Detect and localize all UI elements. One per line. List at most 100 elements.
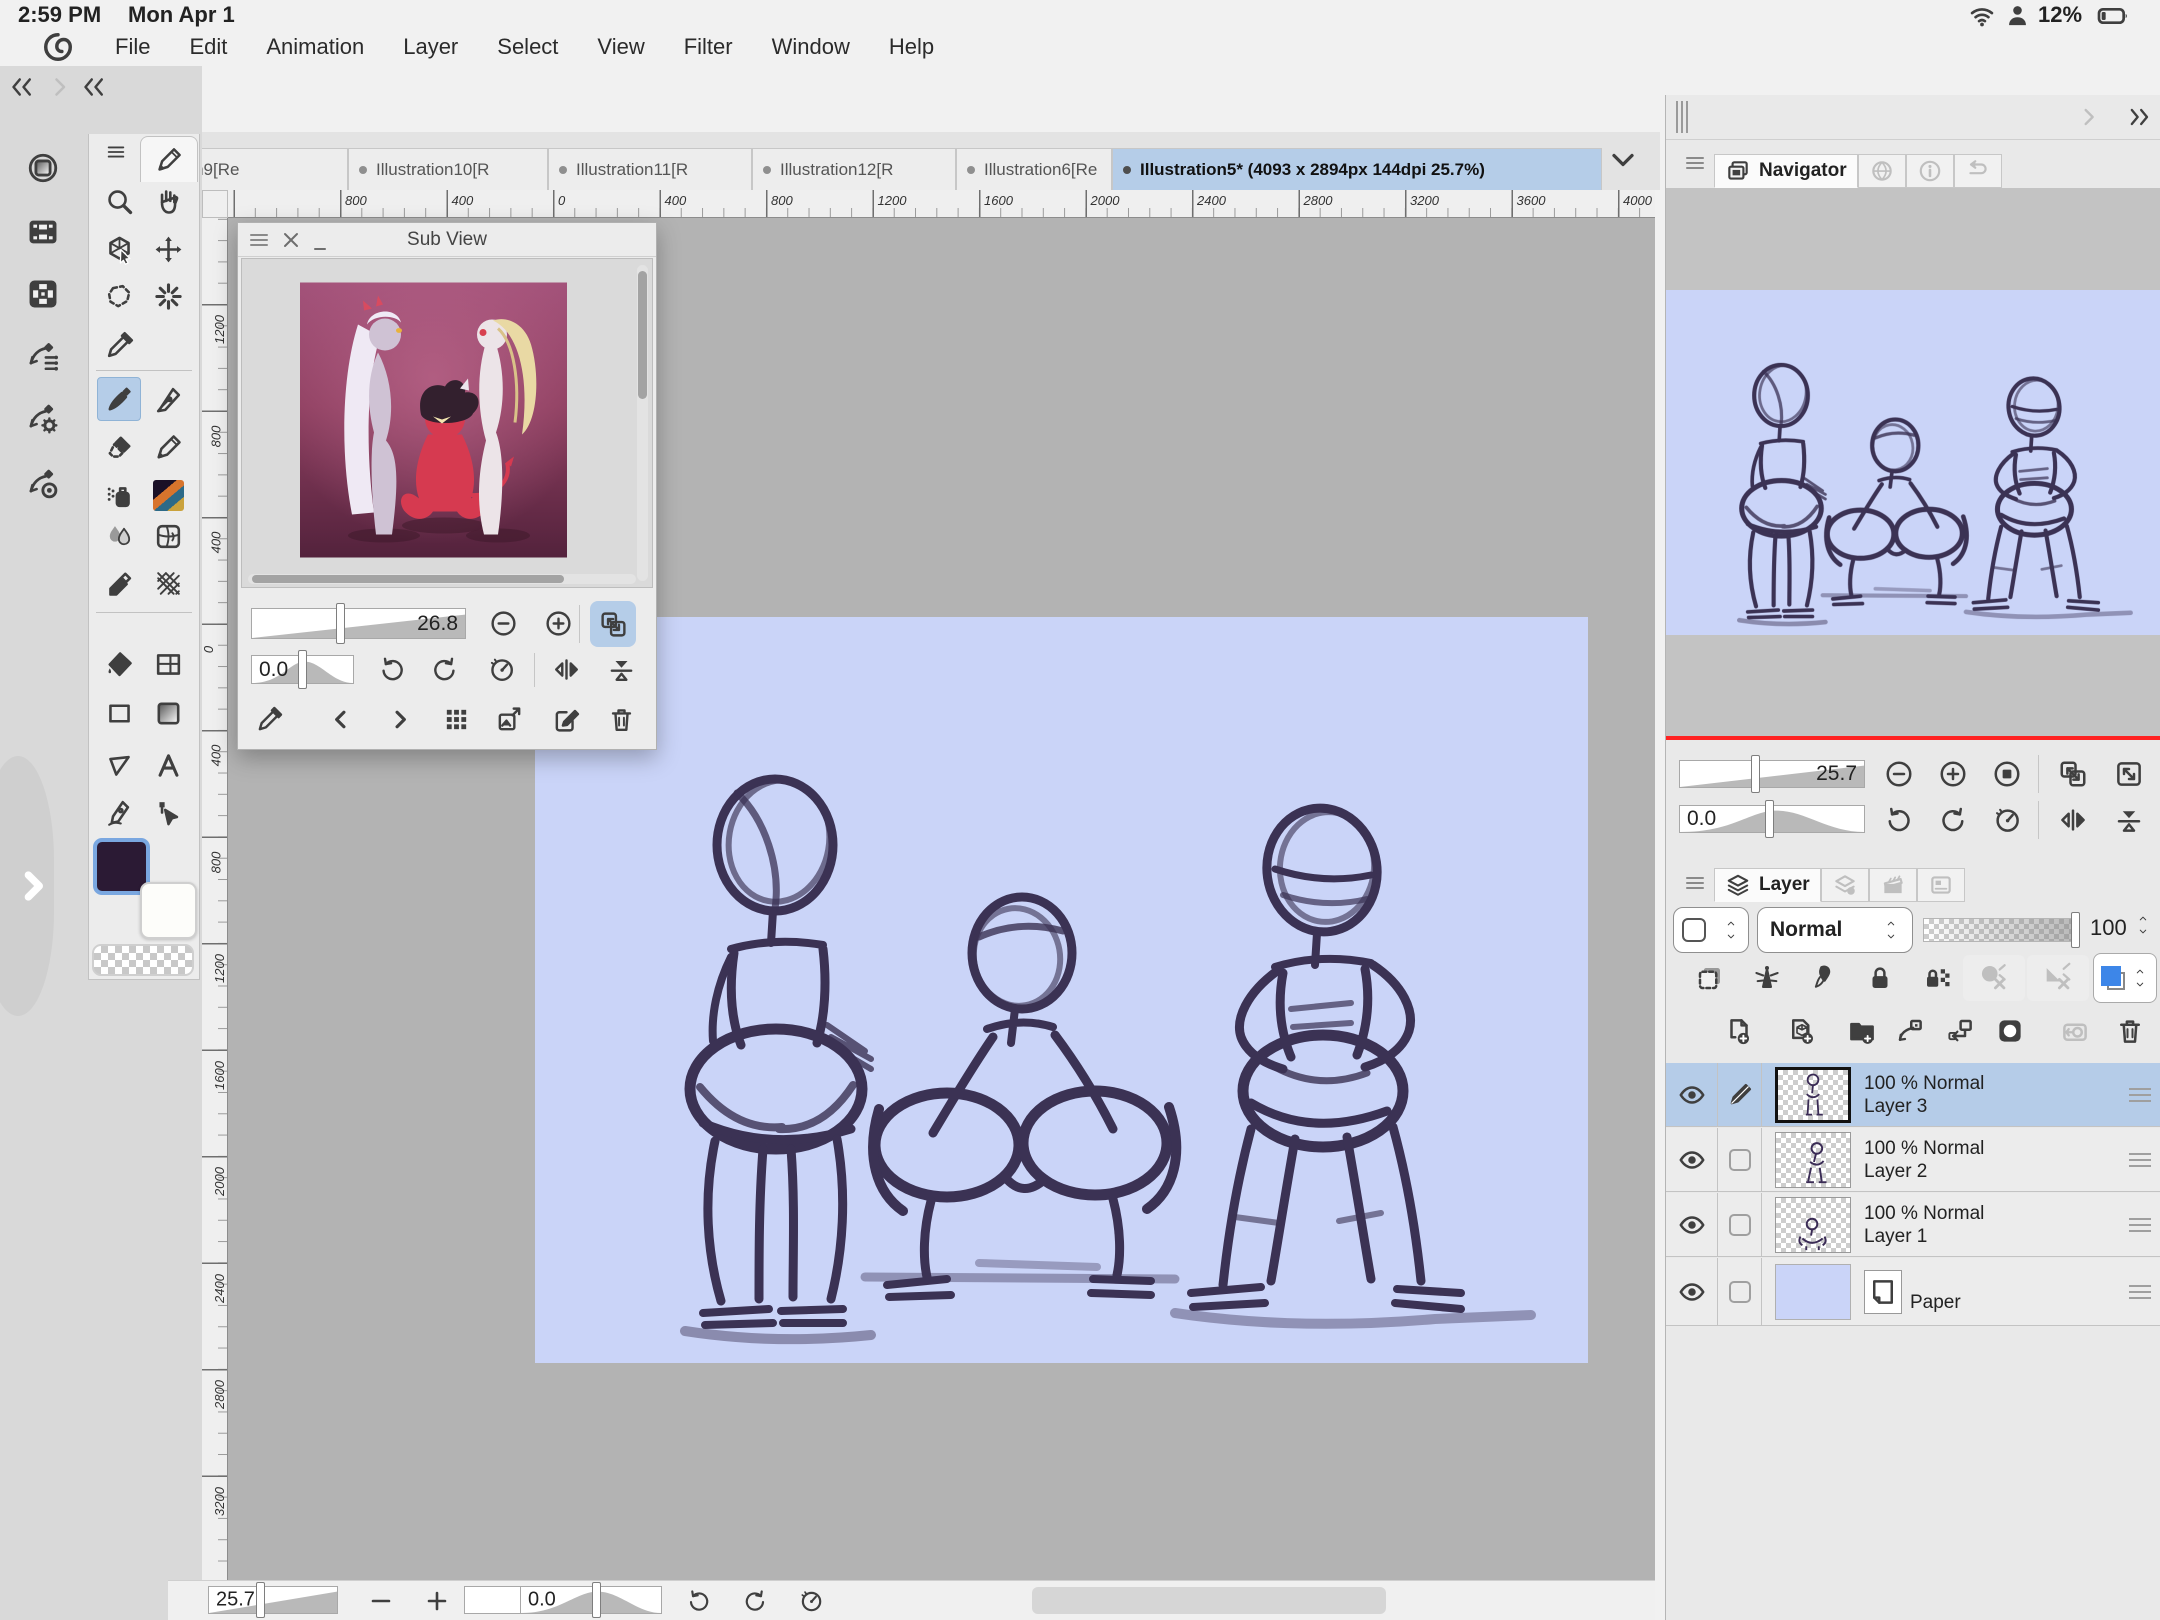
lock-transparent-pixels-button[interactable] bbox=[1916, 957, 1958, 999]
tool-pencil[interactable] bbox=[146, 425, 190, 469]
clip-studio-logo-icon[interactable] bbox=[42, 31, 74, 63]
tool-figure[interactable] bbox=[97, 691, 141, 735]
sub-view-horizontal-scrollbar[interactable] bbox=[248, 574, 636, 584]
tool-text[interactable] bbox=[146, 743, 190, 787]
tool-gradient[interactable] bbox=[146, 691, 190, 735]
tool-fill[interactable] bbox=[97, 642, 141, 686]
sub-view-zoom-slider[interactable]: 26.8 bbox=[251, 608, 466, 639]
tool-airbrush[interactable] bbox=[97, 473, 141, 517]
opacity-slider[interactable] bbox=[1923, 918, 2075, 942]
navigator-zoom-in-button[interactable] bbox=[1932, 753, 1974, 795]
sub-view-fit-vertical-button[interactable] bbox=[601, 649, 641, 689]
menu-animation[interactable]: Animation bbox=[266, 34, 364, 60]
tool-move-layer[interactable] bbox=[146, 227, 190, 271]
navigator-reset-rotation-button[interactable] bbox=[1986, 799, 2028, 841]
navigator-flip-horizontal-button[interactable] bbox=[2052, 799, 2094, 841]
lock-layer-button[interactable] bbox=[1859, 957, 1901, 999]
material-panel-button[interactable] bbox=[23, 274, 63, 314]
apply-mask-button[interactable] bbox=[2054, 1010, 2096, 1052]
tool-decoration[interactable] bbox=[146, 473, 190, 517]
tab-information[interactable] bbox=[1906, 154, 1954, 188]
layer1-select-checkbox[interactable] bbox=[1718, 1193, 1762, 1256]
paper-drag-handle[interactable] bbox=[2129, 1285, 2151, 1299]
tab-history[interactable] bbox=[1954, 154, 2002, 188]
panel-next-icon[interactable] bbox=[2074, 103, 2102, 131]
enable-mask-button[interactable] bbox=[1963, 955, 2025, 1001]
tool-vector-pen[interactable] bbox=[97, 790, 141, 834]
tool-pen-nib[interactable] bbox=[146, 377, 190, 421]
navigator-rotate-ccw-button[interactable] bbox=[1878, 799, 1920, 841]
menu-select[interactable]: Select bbox=[497, 34, 558, 60]
bottom-zoom-out-button[interactable] bbox=[362, 1583, 400, 1619]
canvas[interactable] bbox=[535, 617, 1588, 1363]
tab-list-chevron-icon[interactable] bbox=[1605, 142, 1641, 178]
navigator-zoom-handle[interactable] bbox=[1751, 755, 1760, 793]
tool-auto-select[interactable] bbox=[146, 274, 190, 318]
navigator-fit-to-screen-button[interactable] bbox=[2052, 753, 2094, 795]
navigator-panel-menu[interactable] bbox=[1682, 151, 1710, 175]
sub-view-title-bar[interactable]: Sub View bbox=[238, 223, 656, 257]
secondary-color-swatch[interactable] bbox=[140, 882, 197, 939]
sub-view-zoom-in-button[interactable] bbox=[538, 603, 578, 643]
sub-view-reset-rotation-button[interactable] bbox=[481, 649, 521, 689]
navigator-actual-size-button[interactable] bbox=[1986, 753, 2028, 795]
tool-object-select[interactable] bbox=[146, 790, 190, 834]
sub-view-fit-to-screen-button[interactable] bbox=[590, 601, 636, 647]
sub-view-delete-image-button[interactable] bbox=[601, 699, 641, 739]
layer-color-button[interactable] bbox=[2093, 953, 2157, 1003]
new-raster-layer-button[interactable] bbox=[1718, 1010, 1760, 1052]
navigator-zoom-out-button[interactable] bbox=[1878, 753, 1920, 795]
bottom-zoom-in-button[interactable] bbox=[418, 1583, 456, 1619]
layer3-visibility-toggle[interactable] bbox=[1666, 1063, 1718, 1126]
menu-filter[interactable]: Filter bbox=[684, 34, 733, 60]
menu-view[interactable]: View bbox=[597, 34, 644, 60]
layer1-thumbnail[interactable] bbox=[1775, 1197, 1851, 1253]
timeline-panel-button[interactable] bbox=[23, 212, 63, 252]
layer2-thumbnail[interactable] bbox=[1775, 1132, 1851, 1188]
navigator-fit-width-button[interactable] bbox=[2108, 753, 2150, 795]
tool-correction[interactable] bbox=[97, 561, 141, 605]
navigator-rotate-cw-button[interactable] bbox=[1932, 799, 1974, 841]
tool-3d-operation[interactable] bbox=[97, 227, 141, 271]
bottom-reset-rotation-button[interactable] bbox=[792, 1583, 830, 1619]
tab-animation-cels[interactable] bbox=[1869, 868, 1917, 902]
edge-drawer-pull[interactable] bbox=[0, 756, 54, 1016]
tool-selection[interactable] bbox=[97, 274, 141, 318]
new-folder-button[interactable] bbox=[1841, 1010, 1883, 1052]
tab-illustration6[interactable]: Illustration6[Re bbox=[956, 148, 1112, 190]
tab-layer-template[interactable] bbox=[1917, 868, 1965, 902]
sub-view-rotate-cw-button[interactable] bbox=[424, 649, 464, 689]
show-ruler-range-button[interactable] bbox=[2027, 955, 2089, 1001]
layer3-thumbnail[interactable] bbox=[1775, 1067, 1851, 1123]
menu-edit[interactable]: Edit bbox=[189, 34, 227, 60]
layer3-drag-handle[interactable] bbox=[2129, 1088, 2151, 1102]
delete-layer-button[interactable] bbox=[2109, 1010, 2151, 1052]
menu-file[interactable]: File bbox=[115, 34, 150, 60]
menu-help[interactable]: Help bbox=[889, 34, 934, 60]
navigator-zoom-slider[interactable]: 25.7 bbox=[1679, 760, 1865, 788]
layer2-select-checkbox[interactable] bbox=[1718, 1128, 1762, 1191]
sub-view-edit-image-button[interactable] bbox=[546, 699, 586, 739]
panel-expand-icon[interactable] bbox=[2126, 103, 2154, 131]
tool-frame-border[interactable] bbox=[146, 642, 190, 686]
auto-action-panel-button[interactable] bbox=[23, 336, 63, 376]
reference-layer-button[interactable] bbox=[1803, 957, 1845, 999]
paper-visibility-toggle[interactable] bbox=[1666, 1258, 1718, 1325]
quick-access-settings-button[interactable] bbox=[23, 399, 63, 439]
tool-hand[interactable] bbox=[146, 179, 190, 223]
sub-view-vertical-scrollbar[interactable] bbox=[637, 265, 648, 581]
create-layer-mask-button[interactable] bbox=[1989, 1010, 2031, 1052]
sub-view-zoom-handle[interactable] bbox=[336, 603, 345, 644]
tool-category-tab-pencil[interactable] bbox=[140, 136, 198, 182]
navigator-preview[interactable] bbox=[1666, 188, 2160, 738]
sub-view-zoom-out-button[interactable] bbox=[483, 603, 523, 643]
collapse-palette-icon[interactable] bbox=[78, 72, 108, 102]
menu-window[interactable]: Window bbox=[772, 34, 850, 60]
bottom-zoom-handle[interactable] bbox=[256, 1582, 265, 1618]
sub-view-rotation-handle[interactable] bbox=[298, 650, 307, 689]
blend-mode-dropdown[interactable]: Normal bbox=[1757, 907, 1913, 953]
navigator-flip-vertical-button[interactable] bbox=[2108, 799, 2150, 841]
layer-panel-menu[interactable] bbox=[1682, 871, 1710, 895]
canvas-horizontal-scrollbar[interactable] bbox=[1032, 1587, 1386, 1614]
color-wheel-panel-button[interactable] bbox=[23, 148, 63, 188]
